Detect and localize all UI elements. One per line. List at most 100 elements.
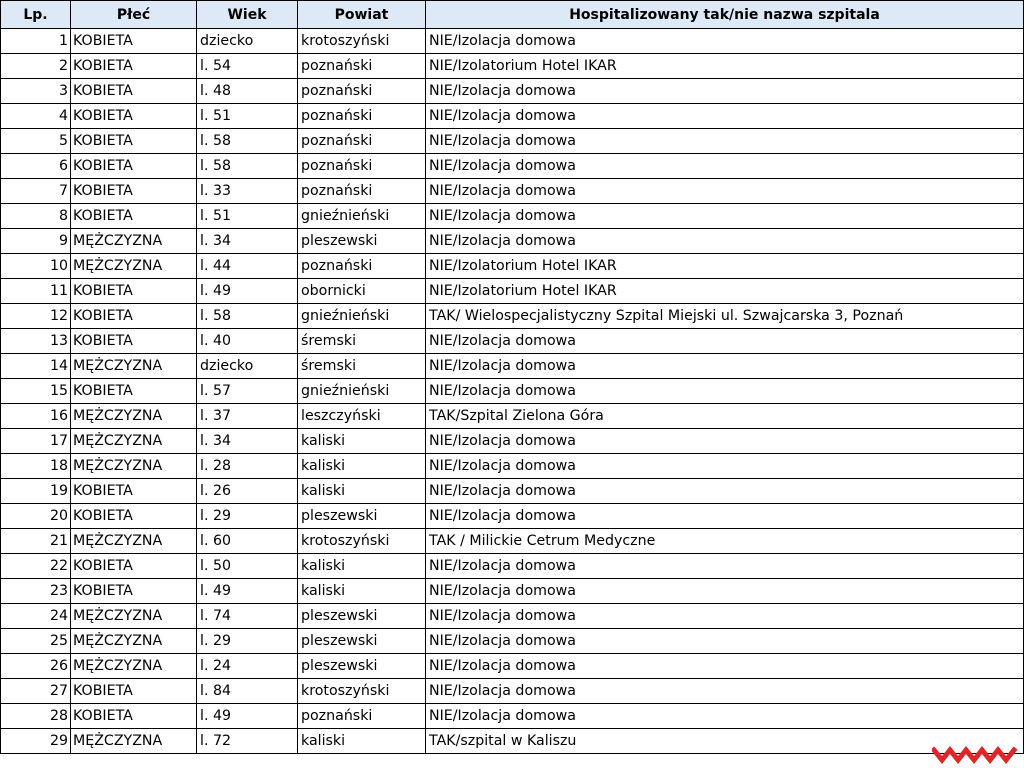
cell-powiat: pleszewski [297, 653, 426, 679]
cell-lp: 17 [0, 428, 71, 454]
cell-powiat: obornicki [297, 278, 426, 304]
cell-hospitalizowany: NIE/Izolacja domowa [425, 353, 1024, 379]
cell-hospitalizowany: NIE/Izolacja domowa [425, 478, 1024, 504]
cell-plec: MĘŻCZYZNA [70, 353, 197, 379]
cell-hospitalizowany: NIE/Izolacja domowa [425, 328, 1024, 354]
cell-wiek: l. 48 [196, 78, 298, 104]
cell-wiek: l. 49 [196, 703, 298, 729]
cell-powiat: kaliski [297, 728, 426, 754]
header-wiek: Wiek [196, 0, 298, 29]
brand-logo-icon [932, 745, 1018, 765]
cell-lp: 25 [0, 628, 71, 654]
cell-lp: 2 [0, 53, 71, 79]
cell-hospitalizowany: NIE/Izolacja domowa [425, 378, 1024, 404]
cell-plec: KOBIETA [70, 478, 197, 504]
cell-hospitalizowany: NIE/Izolacja domowa [425, 228, 1024, 254]
cell-hospitalizowany: NIE/Izolacja domowa [425, 453, 1024, 479]
table-row: 11 KOBIETA l. 49 obornicki NIE/Izolatorium H… [0, 278, 1024, 304]
table-row: 1 KOBIETA dziecko krotoszyński NIE/Izolacja … [0, 28, 1024, 54]
cell-wiek: l. 24 [196, 653, 298, 679]
cell-powiat: poznański [297, 53, 426, 79]
cell-lp: 5 [0, 128, 71, 154]
table-row: 27 KOBIETA l. 84 krotoszyński NIE/Izolacja d… [0, 678, 1024, 704]
header-powiat: Powiat [297, 0, 426, 29]
cell-hospitalizowany: TAK/ Wielospecjalistyczny Szpital Miejsk… [425, 303, 1024, 329]
cell-lp: 23 [0, 578, 71, 604]
cell-plec: KOBIETA [70, 78, 197, 104]
cell-wiek: l. 49 [196, 278, 298, 304]
cell-plec: MĘŻCZYZNA [70, 253, 197, 279]
table-row: 19 KOBIETA l. 26 kaliski NIE/Izolacja domowa [0, 478, 1024, 504]
cell-lp: 28 [0, 703, 71, 729]
cell-plec: MĘŻCZYZNA [70, 528, 197, 554]
cell-hospitalizowany: NIE/Izolatorium Hotel IKAR [425, 278, 1024, 304]
cell-hospitalizowany: NIE/Izolacja domowa [425, 103, 1024, 129]
table-row: 25 MĘŻCZYZNA l. 29 pleszewski NIE/Izolacja d… [0, 628, 1024, 654]
cell-hospitalizowany: NIE/Izolacja domowa [425, 578, 1024, 604]
table-row: 13 KOBIETA l. 40 śremski NIE/Izolacja domowa [0, 328, 1024, 354]
cell-wiek: l. 34 [196, 228, 298, 254]
cell-lp: 14 [0, 353, 71, 379]
cases-table: Lp. Płeć Wiek Powiat Hospitalizowany tak… [0, 0, 1024, 754]
cell-hospitalizowany: NIE/Izolacja domowa [425, 653, 1024, 679]
cell-wiek: l. 40 [196, 328, 298, 354]
cell-lp: 19 [0, 478, 71, 504]
cell-plec: KOBIETA [70, 28, 197, 54]
table-row: 3 KOBIETA l. 48 poznański NIE/Izolacja domow… [0, 78, 1024, 104]
cell-wiek: l. 58 [196, 128, 298, 154]
cell-hospitalizowany: NIE/Izolacja domowa [425, 503, 1024, 529]
table-row: 21 MĘŻCZYZNA l. 60 krotoszyński TAK / Milick… [0, 528, 1024, 554]
cell-wiek: l. 28 [196, 453, 298, 479]
cell-wiek: l. 74 [196, 603, 298, 629]
cell-powiat: krotoszyński [297, 528, 426, 554]
cell-powiat: poznański [297, 178, 426, 204]
cell-hospitalizowany: NIE/Izolacja domowa [425, 703, 1024, 729]
cell-powiat: pleszewski [297, 628, 426, 654]
cell-powiat: pleszewski [297, 503, 426, 529]
cell-lp: 18 [0, 453, 71, 479]
cell-hospitalizowany: NIE/Izolacja domowa [425, 28, 1024, 54]
cell-lp: 4 [0, 103, 71, 129]
cell-plec: KOBIETA [70, 503, 197, 529]
cell-hospitalizowany: TAK / Milickie Cetrum Medyczne [425, 528, 1024, 554]
cell-wiek: l. 58 [196, 153, 298, 179]
cell-wiek: l. 26 [196, 478, 298, 504]
cell-lp: 22 [0, 553, 71, 579]
cell-lp: 16 [0, 403, 71, 429]
cell-plec: KOBIETA [70, 53, 197, 79]
cell-wiek: l. 29 [196, 503, 298, 529]
cell-powiat: poznański [297, 253, 426, 279]
cell-lp: 27 [0, 678, 71, 704]
table-row: 10 MĘŻCZYZNA l. 44 poznański NIE/Izolatorium… [0, 253, 1024, 279]
cell-hospitalizowany: TAK/Szpital Zielona Góra [425, 403, 1024, 429]
cell-wiek: l. 51 [196, 203, 298, 229]
cell-plec: KOBIETA [70, 178, 197, 204]
cell-plec: KOBIETA [70, 103, 197, 129]
cell-wiek: l. 29 [196, 628, 298, 654]
table-row: 18 MĘŻCZYZNA l. 28 kaliski NIE/Izolacja domo… [0, 453, 1024, 479]
cell-lp: 24 [0, 603, 71, 629]
cell-wiek: l. 50 [196, 553, 298, 579]
cell-hospitalizowany: NIE/Izolatorium Hotel IKAR [425, 253, 1024, 279]
cell-lp: 6 [0, 153, 71, 179]
cell-wiek: l. 49 [196, 578, 298, 604]
cell-hospitalizowany: NIE/Izolatorium Hotel IKAR [425, 53, 1024, 79]
cell-wiek: l. 33 [196, 178, 298, 204]
cell-lp: 8 [0, 203, 71, 229]
cell-powiat: gnieźnieński [297, 303, 426, 329]
cell-plec: MĘŻCZYZNA [70, 628, 197, 654]
table-row: 22 KOBIETA l. 50 kaliski NIE/Izolacja domowa [0, 553, 1024, 579]
table-row: 4 KOBIETA l. 51 poznański NIE/Izolacja domow… [0, 103, 1024, 129]
cell-hospitalizowany: NIE/Izolacja domowa [425, 153, 1024, 179]
table-row: 5 KOBIETA l. 58 poznański NIE/Izolacja domow… [0, 128, 1024, 154]
cell-lp: 1 [0, 28, 71, 54]
table-row: 8 KOBIETA l. 51 gnieźnieński NIE/Izolacja do… [0, 203, 1024, 229]
cell-lp: 9 [0, 228, 71, 254]
cell-powiat: poznański [297, 153, 426, 179]
table-row: 6 KOBIETA l. 58 poznański NIE/Izolacja domow… [0, 153, 1024, 179]
cell-lp: 29 [0, 728, 71, 754]
cell-powiat: kaliski [297, 578, 426, 604]
cell-wiek: l. 37 [196, 403, 298, 429]
cell-wiek: dziecko [196, 353, 298, 379]
cell-lp: 15 [0, 378, 71, 404]
